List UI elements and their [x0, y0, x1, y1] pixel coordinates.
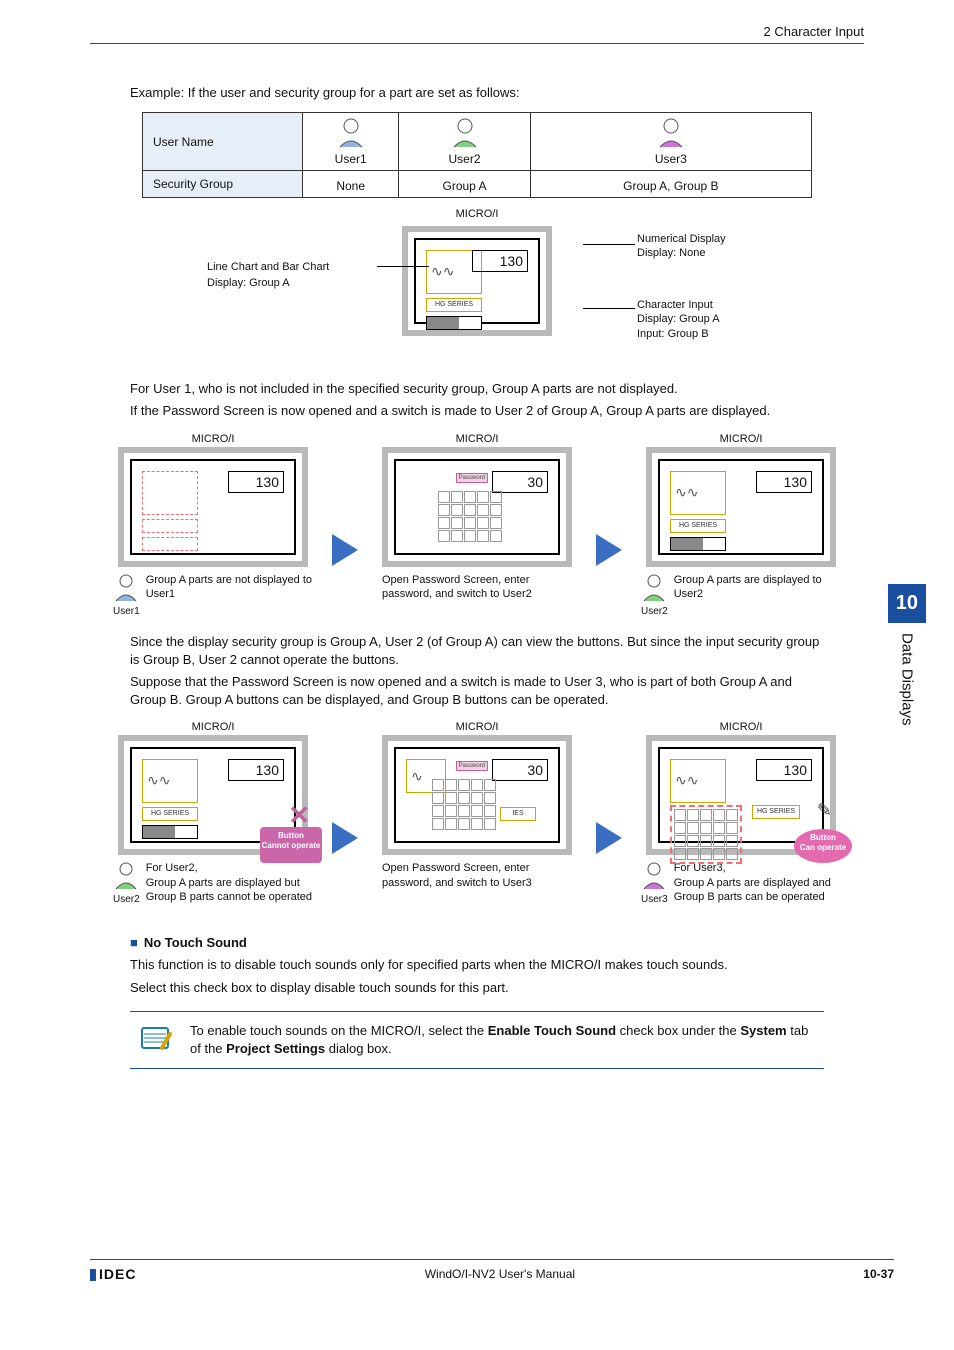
panel-password-screen: MICRO/I Password 30 Open Password Screen… — [372, 433, 582, 602]
chart-box-hidden — [142, 471, 198, 515]
user-icon: User2 — [113, 861, 140, 905]
char-input: HG SERIES — [752, 805, 800, 819]
numeric-display: 130 — [228, 759, 284, 781]
panel-user2-visible: MICRO/I ∿∿ 130 HG SERIES User2 Group A p… — [636, 433, 846, 617]
chart-box: ∿∿ — [670, 471, 726, 515]
password-label: Password — [456, 473, 488, 483]
user-security-table: User Name User1 User2 User3 Sec — [142, 112, 812, 198]
user-icon: User2 — [641, 573, 668, 617]
can-operate-badge: Button Can operate — [794, 829, 852, 863]
heading-no-touch-sound: ■No Touch Sound — [130, 935, 894, 950]
user-icon — [656, 117, 686, 149]
numeric-display: 130 — [472, 250, 528, 272]
char-input-partial: IES — [500, 807, 536, 821]
note-icon — [138, 1022, 176, 1056]
chart-box: ∿∿ — [142, 759, 198, 803]
caption-open-pw-3: Open Password Screen, enter password, an… — [382, 861, 572, 890]
cannot-operate-badge: Button Cannot operate — [260, 827, 322, 863]
para-user2-view-only: Since the display security group is Grou… — [130, 633, 824, 669]
caption-open-pw: Open Password Screen, enter password, an… — [382, 573, 572, 602]
bar-chart — [142, 825, 198, 839]
row-security-group: Security Group — [143, 171, 303, 198]
caption-user2-cannot: For User2, Group A parts are displayed b… — [146, 861, 313, 904]
caption-user3-can: For User3, Group A parts are displayed a… — [674, 861, 841, 904]
right-annotation-top: Numerical Display Display: None — [637, 232, 777, 261]
arrow-icon — [596, 822, 622, 854]
arrow-icon — [596, 534, 622, 566]
char-input: HG SERIES — [142, 807, 198, 821]
header-breadcrumb: 2 Character Input — [90, 24, 864, 44]
char-input: HG SERIES — [670, 519, 726, 533]
pen-icon: ✎ — [817, 800, 832, 821]
page-number: 10-37 — [863, 1267, 894, 1281]
panel-user2-cannot: MICRO/I ∿∿ 130 HG SERIES ✕ Button Cannot… — [108, 721, 318, 905]
keypad-active — [670, 805, 742, 864]
no-touch-p2: Select this check box to display disable… — [130, 979, 894, 997]
user-icon: User1 — [113, 573, 140, 617]
user2-group: Group A — [399, 171, 530, 198]
intro-text: Example: If the user and security group … — [130, 84, 894, 102]
bar-chart — [426, 316, 482, 330]
idec-logo: IDEC — [90, 1266, 136, 1282]
arrow-icon — [332, 534, 358, 566]
numeric-display: 130 — [228, 471, 284, 493]
notice-box: To enable touch sounds on the MICRO/I, s… — [130, 1011, 824, 1069]
user3-name: User3 — [655, 152, 687, 166]
numeric-display: 30 — [492, 471, 548, 493]
keypad — [432, 779, 496, 830]
numeric-display: 130 — [756, 759, 812, 781]
user1-group: None — [303, 171, 399, 198]
right-annotation-bottom: Character Input Display: Group A Input: … — [637, 298, 777, 341]
cell-user3: User3 — [530, 113, 811, 171]
user-icon — [450, 117, 480, 149]
diagram-row-user2: MICRO/I 130 . User1 Group A parts are no… — [60, 433, 894, 617]
char-input-hidden: . — [142, 519, 198, 533]
user3-group: Group A, Group B — [530, 171, 811, 198]
bar-chart — [670, 537, 726, 551]
panel-password-screen-2: MICRO/I ∿ Password 30 IES Open Password … — [372, 721, 582, 890]
user-icon — [336, 117, 366, 149]
diagram-row-user3: MICRO/I ∿∿ 130 HG SERIES ✕ Button Cannot… — [60, 721, 894, 905]
micro-title: MICRO/I — [456, 208, 499, 220]
panel-user1-hidden: MICRO/I 130 . User1 Group A parts are no… — [108, 433, 318, 617]
cell-user1: User1 — [303, 113, 399, 171]
user-icon: User3 — [641, 861, 668, 905]
password-label: Password — [456, 761, 488, 771]
chapter-title: Data Displays — [898, 633, 915, 726]
left-annotation: Line Chart and Bar Chart Display: Group … — [207, 260, 377, 291]
footer: IDEC WindO/I-NV2 User's Manual 10-37 — [90, 1259, 894, 1282]
footer-title: WindO/I-NV2 User's Manual — [425, 1267, 575, 1281]
chart-box: ∿∿ — [670, 759, 726, 803]
user1-name: User1 — [335, 152, 367, 166]
row-user-name: User Name — [143, 113, 303, 171]
side-tab: 10 Data Displays — [888, 584, 926, 726]
arrow-icon — [332, 822, 358, 854]
diagram-overview: MICRO/I ∿∿ 130 HG SERIES Line Chart and … — [137, 208, 817, 368]
para-user1-not-in-group: For User 1, who is not included in the s… — [130, 380, 894, 398]
cell-user2: User2 — [399, 113, 530, 171]
numeric-display: 130 — [756, 471, 812, 493]
para-switch-user2: If the Password Screen is now opened and… — [130, 402, 894, 420]
chapter-number: 10 — [888, 584, 926, 623]
numeric-display: 30 — [492, 759, 548, 781]
panel-user3-can: MICRO/I ∿∿ 130 HG SERIES ✎ Button Can op… — [636, 721, 846, 905]
no-touch-p1: This function is to disable touch sounds… — [130, 956, 894, 974]
keypad — [438, 491, 502, 542]
bar-chart-hidden — [142, 537, 198, 551]
notice-text: To enable touch sounds on the MICRO/I, s… — [190, 1022, 816, 1058]
user2-name: User2 — [449, 152, 481, 166]
caption-user2: Group A parts are displayed to User2 — [674, 573, 841, 602]
para-switch-user3: Suppose that the Password Screen is now … — [130, 673, 824, 709]
caption-user1: Group A parts are not displayed to User1 — [146, 573, 313, 602]
char-input: HG SERIES — [426, 298, 482, 312]
hmi-screen: ∿∿ 130 HG SERIES — [402, 226, 552, 336]
